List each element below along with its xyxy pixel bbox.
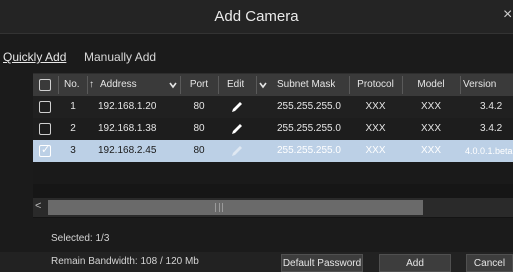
tab-quickly-add[interactable]: Quickly Add — [3, 50, 66, 64]
close-icon[interactable]: × — [503, 6, 513, 26]
pencil-edit-icon[interactable] — [230, 123, 244, 135]
table-row[interactable]: 1 192.168.1.20 80 255.255.255.0 XXX XXX … — [33, 96, 513, 118]
header-model[interactable]: Model — [403, 74, 459, 96]
cell-port: 80 — [193, 145, 205, 156]
column-divider — [218, 76, 219, 94]
cell-subnet-mask: 255.255.255.0 — [277, 145, 341, 156]
default-password-button[interactable]: Default Password — [281, 254, 363, 272]
dropdown-chevron-icon[interactable] — [169, 81, 177, 89]
header-no[interactable]: No. — [64, 74, 80, 96]
header-protocol[interactable]: Protocol — [350, 74, 401, 96]
select-all-checkbox[interactable] — [39, 79, 51, 91]
cell-protocol: XXX — [365, 101, 386, 112]
column-divider — [87, 76, 88, 94]
pencil-edit-icon[interactable] — [230, 101, 244, 113]
cell-version: 3.4.2 — [480, 123, 503, 134]
window-title: Add Camera — [214, 8, 299, 25]
scrollbar-thumb[interactable] — [48, 200, 423, 215]
header-edit[interactable]: Edit — [227, 74, 244, 96]
add-button[interactable]: Add — [379, 254, 451, 272]
sort-up-icon: ↑ — [89, 79, 94, 90]
column-divider — [256, 76, 257, 94]
title-bar: Add Camera × — [0, 0, 513, 34]
table-row[interactable]: 2 192.168.1.38 80 255.255.255.0 XXX XXX … — [33, 118, 513, 140]
cell-no: 2 — [70, 123, 76, 134]
column-divider — [460, 76, 461, 94]
cell-model: XXX — [420, 101, 441, 112]
header-address[interactable]: Address — [100, 74, 137, 96]
cell-no: 1 — [70, 101, 76, 112]
bottom-bar: Remain Bandwidth: 108 / 120 Mb Default P… — [0, 252, 513, 272]
dropdown-chevron-icon[interactable] — [259, 81, 267, 89]
header-subnet-mask[interactable]: Subnet Mask — [277, 74, 335, 96]
cell-version: 3.4.2 — [480, 101, 503, 112]
cell-address: 192.168.1.20 — [98, 101, 157, 112]
cell-model: XXX — [420, 123, 441, 134]
cell-protocol: XXX — [365, 145, 386, 156]
selected-count: Selected: 1/3 — [51, 233, 110, 244]
row-checkbox-checked[interactable]: ✓ — [39, 144, 51, 157]
cell-address: 192.168.1.38 — [98, 123, 157, 134]
row-checkbox[interactable] — [39, 101, 51, 113]
check-icon: ✓ — [41, 144, 51, 156]
tab-manually-add[interactable]: Manually Add — [84, 50, 156, 64]
column-divider — [58, 76, 59, 94]
horizontal-scrollbar[interactable]: < — [33, 198, 513, 217]
header-port[interactable]: Port — [181, 74, 217, 96]
cell-address: 192.168.2.45 — [98, 145, 157, 156]
cell-subnet-mask: 255.255.255.0 — [277, 123, 341, 134]
table-row-selected[interactable]: ✓ 3 192.168.2.45 80 255.255.255.0 XXX XX… — [33, 140, 513, 162]
cancel-button[interactable]: Cancel — [466, 254, 513, 272]
empty-row — [33, 162, 513, 184]
cell-port: 80 — [193, 101, 205, 112]
row-checkbox[interactable] — [39, 123, 51, 135]
cell-no: 3 — [70, 145, 76, 156]
cell-version: 4.0.0.1.beta — [465, 146, 513, 156]
remain-bandwidth: Remain Bandwidth: 108 / 120 Mb — [51, 256, 199, 267]
pencil-edit-icon[interactable] — [230, 145, 244, 157]
scroll-left-icon[interactable]: < — [35, 200, 41, 212]
cell-model: XXX — [420, 145, 441, 156]
cell-subnet-mask: 255.255.255.0 — [277, 101, 341, 112]
cell-port: 80 — [193, 123, 205, 134]
tab-bar: Quickly Add Manually Add — [0, 40, 513, 70]
camera-table: No. ↑ Address Port Edit Subnet Mask Prot… — [33, 73, 513, 218]
scrollbar-grip-icon — [215, 203, 223, 212]
table-header-row: No. ↑ Address Port Edit Subnet Mask Prot… — [33, 74, 513, 96]
header-version[interactable]: Version — [463, 74, 496, 96]
cell-protocol: XXX — [365, 123, 386, 134]
